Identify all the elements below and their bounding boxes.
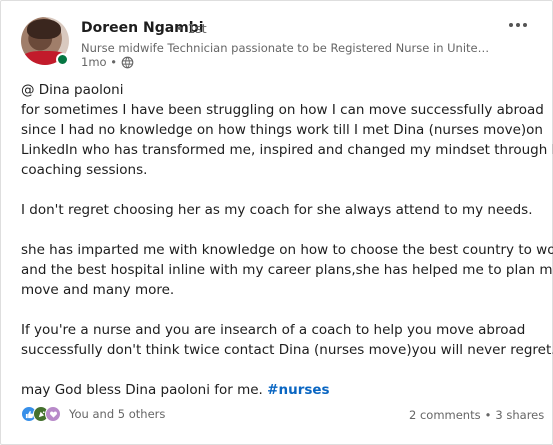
- post-text: @ Dina paoloni for sometimes I have been…: [21, 80, 553, 400]
- more-options-icon[interactable]: [505, 15, 531, 35]
- dot: [516, 23, 520, 27]
- post-last-line: may God bless Dina paoloni for me. #nurs…: [21, 380, 541, 400]
- post-meta: 1mo •: [81, 55, 134, 69]
- reaction-icons: [21, 406, 63, 422]
- post-line: since I had no knowledge on how things w…: [21, 122, 543, 138]
- comments-count[interactable]: 2 comments: [409, 408, 481, 422]
- engagement-stats: 2 comments • 3 shares: [409, 408, 544, 422]
- post-line: successfully don't think twice contact D…: [21, 342, 553, 358]
- post-line: move and many more.: [21, 282, 175, 298]
- post-line: LinkedIn who has transformed me, inspire…: [21, 142, 553, 158]
- post-line: she has imparted me with knowledge on ho…: [21, 242, 553, 258]
- post-line: @ Dina paoloni: [21, 82, 124, 98]
- stats-separator: •: [484, 408, 492, 422]
- post-line: for sometimes I have been struggling on …: [21, 102, 544, 118]
- online-status-icon: [56, 53, 69, 66]
- post-card: Doreen Ngambi • 1st Nurse midwife Techni…: [0, 0, 553, 445]
- post-line: If you're a nurse and you are insearch o…: [21, 322, 526, 338]
- globe-icon: [121, 56, 134, 68]
- post-line: I don't regret choosing her as my coach …: [21, 202, 533, 218]
- post-line: may God bless Dina paoloni for me.: [21, 382, 263, 398]
- shares-count[interactable]: 3 shares: [495, 408, 544, 422]
- avatar-hair: [27, 19, 61, 39]
- post-time: 1mo •: [81, 55, 117, 69]
- hashtag-link[interactable]: #nurses: [267, 382, 329, 398]
- connection-degree: • 1st: [176, 21, 207, 36]
- post-line: coaching sessions.: [21, 162, 148, 178]
- post-line: and the best hospital inline with my car…: [21, 262, 553, 278]
- reactions-count: You and 5 others: [69, 407, 166, 421]
- author-headline: Nurse midwife Technician passionate to b…: [81, 41, 493, 55]
- support-icon: [45, 406, 61, 422]
- reactions-summary[interactable]: You and 5 others: [21, 406, 165, 422]
- dot: [523, 23, 527, 27]
- dot: [509, 23, 513, 27]
